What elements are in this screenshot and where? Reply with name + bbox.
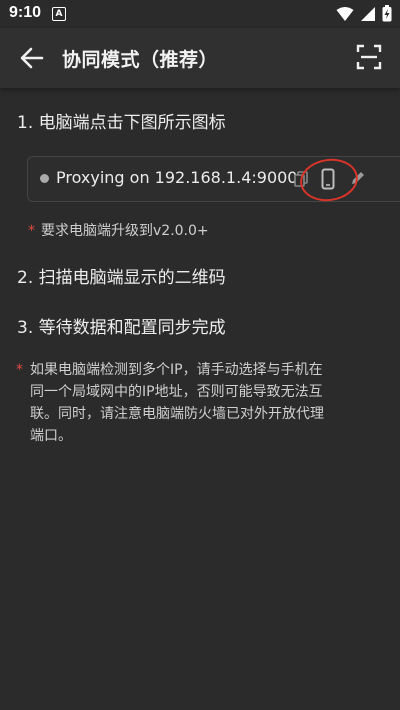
signal-icon	[361, 6, 375, 21]
wifi-icon	[336, 6, 354, 21]
network-note: * 如果电脑端检测到多个IP，请手动选择与手机在 同一个局域网中的IP地址，否则…	[16, 359, 386, 447]
version-note: * 要求电脑端升级到v2.0.0+	[28, 220, 209, 242]
step-3: 3. 等待数据和配置同步完成	[17, 318, 226, 338]
network-note-line: 如果电脑端检测到多个IP，请手动选择与手机在	[30, 362, 323, 378]
system-icons	[336, 5, 392, 22]
back-arrow-icon[interactable]	[18, 44, 46, 72]
network-note-line: 同一个局域网中的IP地址，否则可能导致无法互	[30, 384, 323, 400]
step-2: 2. 扫描电脑端显示的二维码	[17, 268, 226, 288]
step-1: 1. 电脑端点击下图所示图标	[17, 113, 226, 133]
status-time: 9:10	[9, 4, 42, 21]
battery-icon	[382, 5, 392, 22]
app-bar: 协同模式（推荐）	[0, 28, 400, 88]
network-note-body: 如果电脑端检测到多个IP，请手动选择与手机在 同一个局域网中的IP地址，否则可能…	[30, 359, 386, 447]
status-bar: 9:10 A	[0, 0, 400, 28]
version-note-text: 要求电脑端升级到v2.0.0+	[41, 223, 209, 239]
status-dot	[40, 174, 49, 183]
network-note-line: 端口。	[30, 428, 72, 444]
network-note-line: 联。同时，请注意电脑端防火墙已对外开放代理	[30, 406, 324, 422]
note-star: *	[16, 362, 23, 378]
scan-icon[interactable]	[356, 44, 382, 70]
proxy-status-text: Proxying on 192.168.1.4:9000	[56, 168, 298, 187]
note-star: *	[28, 223, 35, 239]
notification-icon: A	[52, 7, 66, 21]
page-title: 协同模式（推荐）	[62, 49, 219, 71]
